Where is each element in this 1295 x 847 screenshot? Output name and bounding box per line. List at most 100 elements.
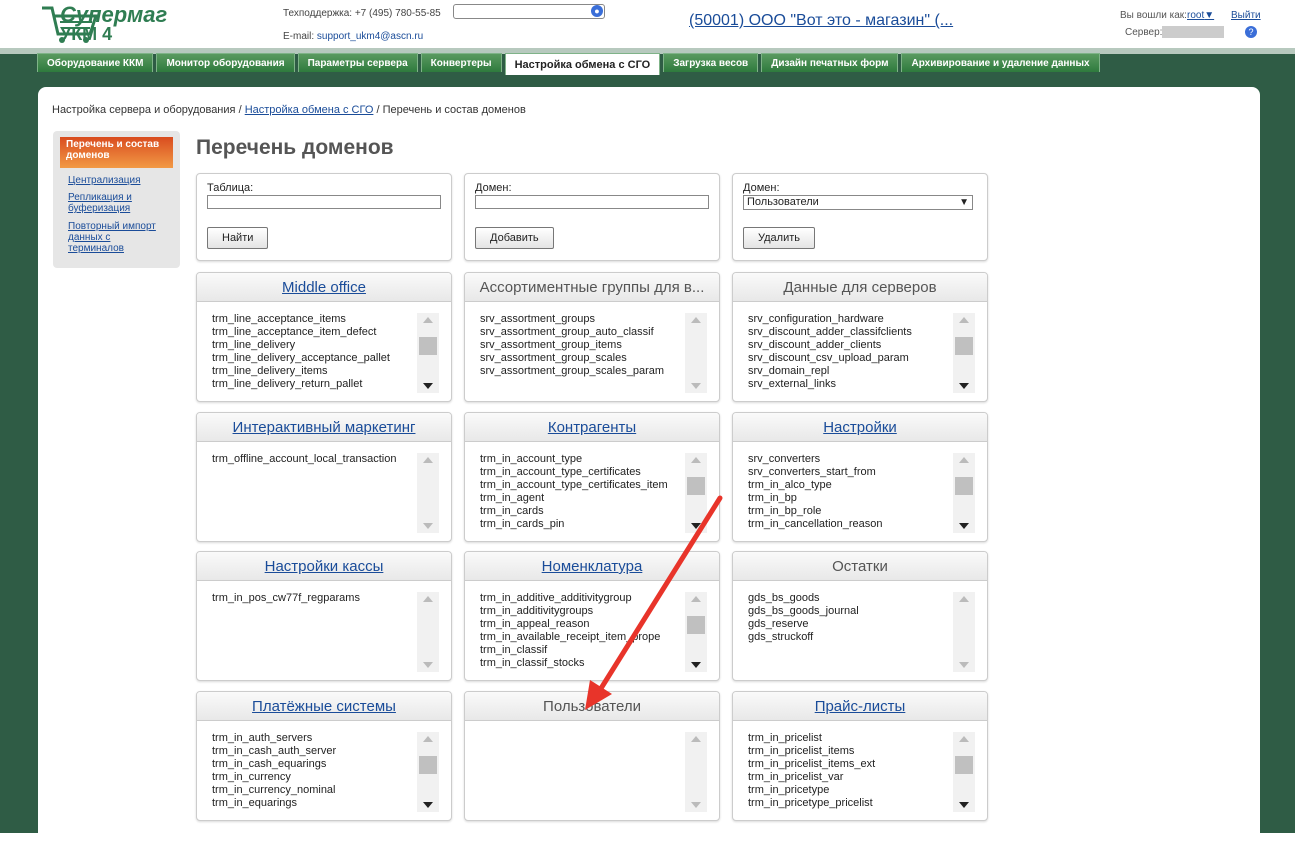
scroll-up-icon[interactable] (691, 596, 701, 602)
domain-table-list[interactable]: gds_bs_goods gds_bs_goods_journal gds_rese… (748, 592, 953, 672)
scroll-down-icon[interactable] (959, 523, 969, 529)
list-item[interactable]: trm_in_bp_role (748, 505, 953, 518)
list-item[interactable]: srv_assortment_group_scales (480, 352, 685, 365)
list-item[interactable]: trm_in_pricetype_pricelist (748, 797, 953, 810)
scrollbar[interactable] (953, 313, 975, 393)
sidebar-item-centralization[interactable]: Централизация (68, 175, 168, 186)
list-item[interactable]: srv_assortment_group_items (480, 339, 685, 352)
domain-select[interactable]: Пользователи ▼ (743, 195, 973, 210)
scroll-down-icon[interactable] (691, 383, 701, 389)
scrollbar[interactable] (685, 592, 707, 672)
list-item[interactable]: gds_reserve (748, 618, 953, 631)
list-item[interactable]: trm_in_pricelist (748, 732, 953, 745)
domain-title[interactable]: Интерактивный маркетинг (197, 413, 451, 442)
domain-title[interactable]: Платёжные системы (197, 692, 451, 721)
list-item[interactable]: srv_configuration_hardware (748, 313, 953, 326)
scroll-up-icon[interactable] (691, 736, 701, 742)
list-item[interactable]: trm_in_account_type_certificates (480, 466, 685, 479)
help-icon[interactable]: ? (1245, 26, 1257, 38)
scrollbar[interactable] (685, 313, 707, 393)
list-item[interactable]: trm_in_cards (480, 505, 685, 518)
list-item[interactable]: trm_line_delivery (212, 339, 417, 352)
domain-table-list[interactable]: trm_offline_account_local_transaction (212, 453, 417, 533)
domain-table-list[interactable]: srv_assortment_groups srv_assortment_grou… (480, 313, 685, 393)
tab-4[interactable]: Настройка обмена с СГО (504, 53, 661, 75)
domain-table-list[interactable]: trm_in_auth_servers trm_in_cash_auth_serv… (212, 732, 417, 812)
domain-title[interactable]: Номенклатура (465, 552, 719, 581)
list-item[interactable]: srv_domain_repl (748, 365, 953, 378)
list-item[interactable]: trm_in_appeal_reason (480, 618, 685, 631)
scroll-down-icon[interactable] (423, 523, 433, 529)
scrollbar[interactable] (417, 592, 439, 672)
tab-6[interactable]: Дизайн печатных форм (761, 53, 899, 72)
email-link[interactable]: support_ukm4@ascn.ru (317, 31, 423, 42)
list-item[interactable]: trm_in_cash_equarings (212, 758, 417, 771)
list-item[interactable]: trm_in_currency (212, 771, 417, 784)
scroll-up-icon[interactable] (423, 317, 433, 323)
domain-table-list[interactable]: trm_in_pos_cw77f_regparams (212, 592, 417, 672)
scroll-down-icon[interactable] (423, 802, 433, 808)
find-button[interactable]: Найти (207, 227, 269, 249)
user-name[interactable]: root (1187, 10, 1204, 21)
sidebar-item-domains[interactable]: Перечень и состав доменов (60, 137, 173, 168)
scroll-thumb[interactable] (687, 616, 705, 634)
list-item[interactable]: srv_converters (748, 453, 953, 466)
list-item[interactable]: trm_in_cancellation_reason (748, 518, 953, 531)
sidebar-item-replication[interactable]: Репликация и буферизация (68, 192, 168, 214)
domain-table-list[interactable]: srv_converters srv_converters_start_from t… (748, 453, 953, 533)
list-item[interactable]: trm_in_agent (480, 492, 685, 505)
list-item[interactable]: trm_line_delivery_return_pallet (212, 378, 417, 391)
list-item[interactable]: srv_discount_adder_classifclients (748, 326, 953, 339)
scrollbar[interactable] (685, 453, 707, 533)
domain-title[interactable]: Прайс-листы (733, 692, 987, 721)
list-item[interactable]: trm_in_pricetype (748, 784, 953, 797)
scroll-down-icon[interactable] (959, 662, 969, 668)
scroll-up-icon[interactable] (959, 596, 969, 602)
domain-table-list[interactable]: trm_line_acceptance_items trm_line_accept… (212, 313, 417, 393)
list-item[interactable]: trm_line_acceptance_item_defect (212, 326, 417, 339)
add-button[interactable]: Добавить (475, 227, 554, 249)
scrollbar[interactable] (417, 313, 439, 393)
list-item[interactable]: trm_in_cards_pin (480, 518, 685, 531)
scroll-thumb[interactable] (955, 337, 973, 355)
list-item[interactable]: gds_bs_goods (748, 592, 953, 605)
tab-0[interactable]: Оборудование ККМ (37, 53, 154, 72)
list-item[interactable]: trm_in_pricelist_items (748, 745, 953, 758)
tab-7[interactable]: Архивирование и удаление данных (901, 53, 1100, 72)
scroll-down-icon[interactable] (423, 662, 433, 668)
list-item[interactable]: gds_struckoff (748, 631, 953, 644)
list-item[interactable]: trm_in_currency_nominal (212, 784, 417, 797)
scrollbar[interactable] (953, 732, 975, 812)
scroll-up-icon[interactable] (691, 457, 701, 463)
list-item[interactable]: trm_in_alco_type (748, 479, 953, 492)
search-input[interactable]: ● (453, 4, 605, 19)
list-item[interactable]: srv_external_links (748, 378, 953, 391)
scroll-down-icon[interactable] (959, 802, 969, 808)
tab-1[interactable]: Монитор оборудования (156, 53, 295, 72)
list-item[interactable]: srv_assortment_group_scales_param (480, 365, 685, 378)
domain-table-list[interactable]: trm_in_additive_additivitygroup trm_in_ad… (480, 592, 685, 672)
list-item[interactable]: trm_offline_account_local_transaction (212, 453, 417, 466)
tab-3[interactable]: Конвертеры (420, 53, 502, 72)
breadcrumb-link[interactable]: Настройка обмена с СГО (245, 104, 374, 116)
list-item[interactable]: trm_in_pos_cw77f_regparams (212, 592, 417, 605)
scroll-up-icon[interactable] (959, 457, 969, 463)
tab-2[interactable]: Параметры сервера (297, 53, 418, 72)
list-item[interactable]: trm_in_pricelist_var (748, 771, 953, 784)
scroll-down-icon[interactable] (959, 383, 969, 389)
scroll-down-icon[interactable] (691, 802, 701, 808)
list-item[interactable]: srv_discount_csv_upload_param (748, 352, 953, 365)
list-item[interactable]: trm_in_account_type (480, 453, 685, 466)
scroll-thumb[interactable] (955, 477, 973, 495)
list-item[interactable]: trm_in_classif_stocks (480, 657, 685, 670)
domain-table-list[interactable]: trm_in_pricelist trm_in_pricelist_itemstr… (748, 732, 953, 812)
search-icon[interactable]: ● (591, 5, 603, 17)
scroll-up-icon[interactable] (423, 457, 433, 463)
list-item[interactable]: gds_bs_goods_journal (748, 605, 953, 618)
scrollbar[interactable] (417, 732, 439, 812)
list-item[interactable]: trm_in_auth_servers (212, 732, 417, 745)
list-item[interactable]: trm_in_additivitygroups (480, 605, 685, 618)
list-item[interactable]: trm_in_cash_auth_server (212, 745, 417, 758)
scroll-thumb[interactable] (419, 337, 437, 355)
scroll-up-icon[interactable] (959, 736, 969, 742)
